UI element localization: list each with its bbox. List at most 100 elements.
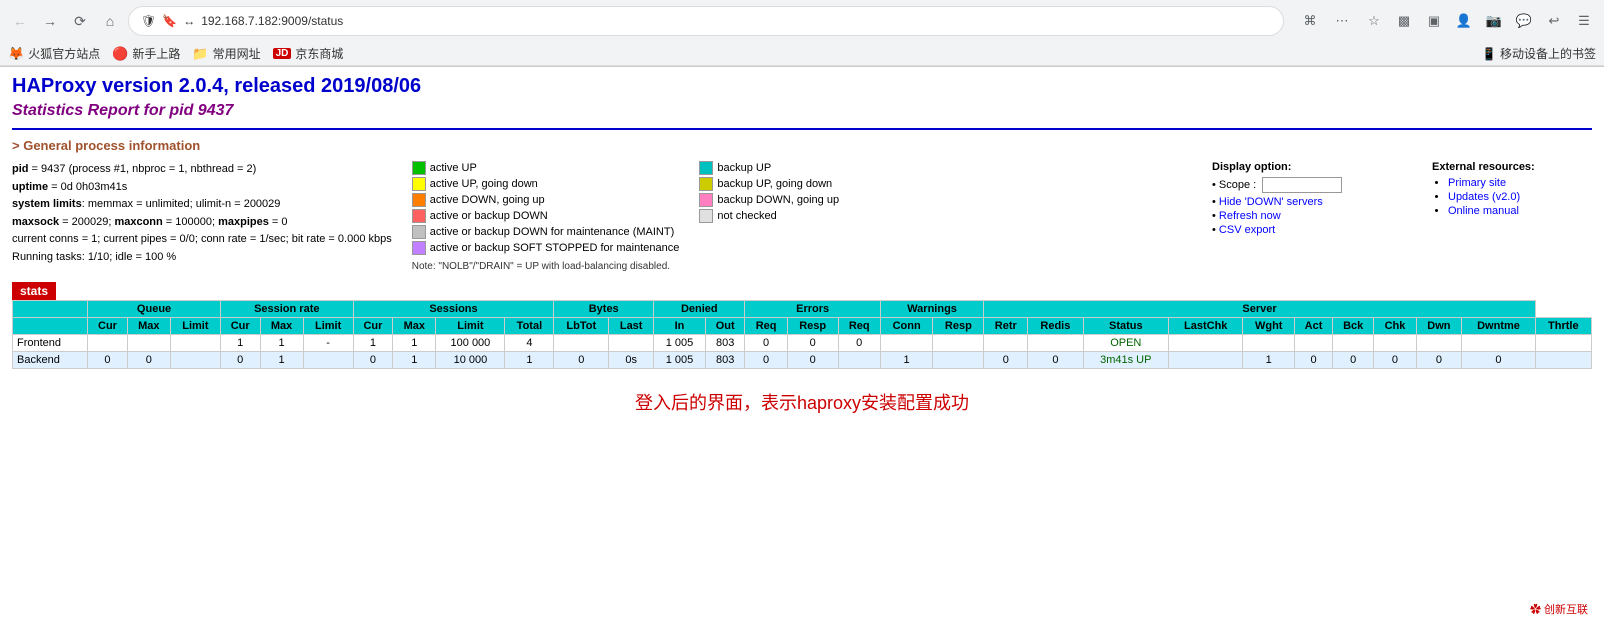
back-button[interactable]: ← bbox=[8, 9, 32, 33]
forward-button[interactable]: → bbox=[38, 9, 62, 33]
online-manual-link: Online manual bbox=[1448, 205, 1592, 217]
hide-down-anchor[interactable]: Hide 'DOWN' servers bbox=[1219, 196, 1323, 208]
be-sessrate-limit bbox=[303, 352, 353, 369]
csv-export-link: CSV export bbox=[1212, 224, 1412, 236]
be-sessrate-cur: 0 bbox=[220, 352, 260, 369]
profile-icon[interactable]: 👤 bbox=[1452, 9, 1476, 33]
be-lastchk bbox=[1169, 352, 1243, 369]
legend-backup-up-going-down: backup UP, going down bbox=[699, 177, 839, 191]
fe-lastchk bbox=[1169, 335, 1243, 352]
fe-sess-limit: 100 000 bbox=[436, 335, 505, 352]
undo-icon[interactable]: ↩ bbox=[1542, 9, 1566, 33]
th-queue: Queue bbox=[88, 301, 221, 318]
bookmark-common[interactable]: 📁 常用网址 bbox=[192, 45, 260, 62]
bookmark-newuser-label: 新手上路 bbox=[132, 45, 180, 62]
th-sess-max: Max bbox=[393, 318, 436, 335]
be-bck: 0 bbox=[1332, 352, 1373, 369]
display-links: Hide 'DOWN' servers Refresh now CSV expo… bbox=[1212, 196, 1412, 236]
section-divider bbox=[12, 128, 1592, 130]
refresh-now-anchor[interactable]: Refresh now bbox=[1219, 210, 1281, 222]
chat-icon[interactable]: 💬 bbox=[1512, 9, 1536, 33]
legend-right: backup UP backup UP, going down backup D… bbox=[699, 161, 839, 272]
bookmark-jd[interactable]: JD 京东商城 bbox=[273, 45, 344, 62]
legend-active-backup-down: active or backup DOWN bbox=[412, 209, 680, 223]
tab-icon[interactable]: ▣ bbox=[1422, 9, 1446, 33]
legend-backup-down-going-up: backup DOWN, going up bbox=[699, 193, 839, 207]
online-manual-anchor[interactable]: Online manual bbox=[1448, 205, 1519, 217]
grid-icon[interactable]: ⌘ bbox=[1298, 9, 1322, 33]
legend-note: Note: "NOLB"/"DRAIN" = UP with load-bala… bbox=[412, 261, 680, 272]
library-icon[interactable]: ▩ bbox=[1392, 9, 1416, 33]
th-bytes-in: In bbox=[654, 318, 706, 335]
info-tasks: Running tasks: 1/10; idle = 100 % bbox=[12, 249, 392, 267]
more-button[interactable]: ⋯ bbox=[1330, 9, 1354, 33]
fe-bytes-in: 1 005 bbox=[654, 335, 706, 352]
th-warn-redis: Redis bbox=[1028, 318, 1083, 335]
menu-button[interactable]: ☰ bbox=[1572, 9, 1596, 33]
system-info: pid = 9437 (process #1, nbproc = 1, nbth… bbox=[12, 161, 392, 272]
primary-site-link: Primary site bbox=[1448, 177, 1592, 189]
star-button[interactable]: ☆ bbox=[1362, 9, 1386, 33]
csv-export-anchor[interactable]: CSV export bbox=[1219, 224, 1275, 236]
scope-option: • Scope : bbox=[1212, 177, 1412, 193]
fe-dwn bbox=[1416, 335, 1462, 352]
primary-site-anchor[interactable]: Primary site bbox=[1448, 177, 1506, 189]
be-warn-redis: 0 bbox=[1028, 352, 1083, 369]
refresh-button[interactable]: ⟳ bbox=[68, 9, 92, 33]
bookmark-common-label: 常用网址 bbox=[213, 45, 261, 62]
th-denied-resp: Resp bbox=[787, 318, 838, 335]
browser-right-actions: ▩ ▣ 👤 📷 💬 ↩ ☰ bbox=[1392, 9, 1596, 33]
th-last: Last bbox=[609, 318, 654, 335]
screenshot-icon[interactable]: 📷 bbox=[1482, 9, 1506, 33]
lock-icon: ↔ bbox=[183, 14, 195, 28]
be-sessrate-max: 1 bbox=[260, 352, 303, 369]
fe-thrtle bbox=[1535, 335, 1591, 352]
fe-warn-redis bbox=[1028, 335, 1083, 352]
url-display: 192.168.7.182:9009/status bbox=[201, 14, 343, 28]
bookmark-jd-label: 京东商城 bbox=[295, 45, 343, 62]
bookmark-firefox[interactable]: 🦊 火狐官方站点 bbox=[8, 45, 100, 62]
legend-soft-stopped: active or backup SOFT STOPPED for mainte… bbox=[412, 241, 680, 255]
page-content: HAProxy version 2.0.4, released 2019/08/… bbox=[0, 67, 1604, 443]
be-err-resp bbox=[933, 352, 984, 369]
bookmark-newuser[interactable]: 🔴 新手上路 bbox=[112, 45, 180, 62]
th-err-req: Req bbox=[838, 318, 880, 335]
legend-area: active UP active UP, going down active D… bbox=[412, 161, 1192, 272]
th-bytes: Bytes bbox=[554, 301, 654, 318]
display-options: Display option: • Scope : Hide 'DOWN' se… bbox=[1212, 161, 1412, 272]
be-bytes-in: 1 005 bbox=[654, 352, 706, 369]
th-bck: Bck bbox=[1332, 318, 1373, 335]
fe-last bbox=[609, 335, 654, 352]
be-denied-req: 0 bbox=[745, 352, 787, 369]
fe-err-conn bbox=[880, 335, 933, 352]
address-bar[interactable]: 🛡 🔖 ↔ 192.168.7.182:9009/status bbox=[128, 6, 1284, 36]
updates-anchor[interactable]: Updates (v2.0) bbox=[1448, 191, 1520, 203]
hide-down-link: Hide 'DOWN' servers bbox=[1212, 196, 1412, 208]
fe-warn-retr bbox=[984, 335, 1028, 352]
th-sessions: Sessions bbox=[353, 301, 554, 318]
legend-left: active UP active UP, going down active D… bbox=[412, 161, 680, 272]
security-icon: 🛡 bbox=[141, 14, 156, 28]
fe-denied-req: 0 bbox=[745, 335, 787, 352]
info-pid: pid = 9437 (process #1, nbproc = 1, nbth… bbox=[12, 161, 392, 179]
fe-sessrate-cur: 1 bbox=[220, 335, 260, 352]
backend-label: Backend bbox=[13, 352, 88, 369]
be-dwn: 0 bbox=[1416, 352, 1462, 369]
legend-active-up-going-down: active UP, going down bbox=[412, 177, 680, 191]
scope-input[interactable] bbox=[1262, 177, 1342, 193]
legend-backup-down-going-up-box bbox=[699, 193, 713, 207]
legend-soft-stopped-box bbox=[412, 241, 426, 255]
fe-denied-resp: 0 bbox=[787, 335, 838, 352]
be-last: 0s bbox=[609, 352, 654, 369]
fe-dwntme bbox=[1462, 335, 1535, 352]
th-bytes-out: Out bbox=[705, 318, 745, 335]
home-button[interactable]: ⌂ bbox=[98, 9, 122, 33]
be-sess-limit: 10 000 bbox=[436, 352, 505, 369]
info-conns: current conns = 1; current pipes = 0/0; … bbox=[12, 231, 392, 249]
legend-not-checked-box bbox=[699, 209, 713, 223]
fe-act bbox=[1295, 335, 1333, 352]
legend-active-down-going-up-box bbox=[412, 193, 426, 207]
watermark-icon: ✿ bbox=[1530, 604, 1541, 616]
footer-annotation: 登入后的界面，表示haproxy安装配置成功 bbox=[12, 369, 1592, 435]
newuser-icon: 🔴 bbox=[112, 46, 128, 62]
